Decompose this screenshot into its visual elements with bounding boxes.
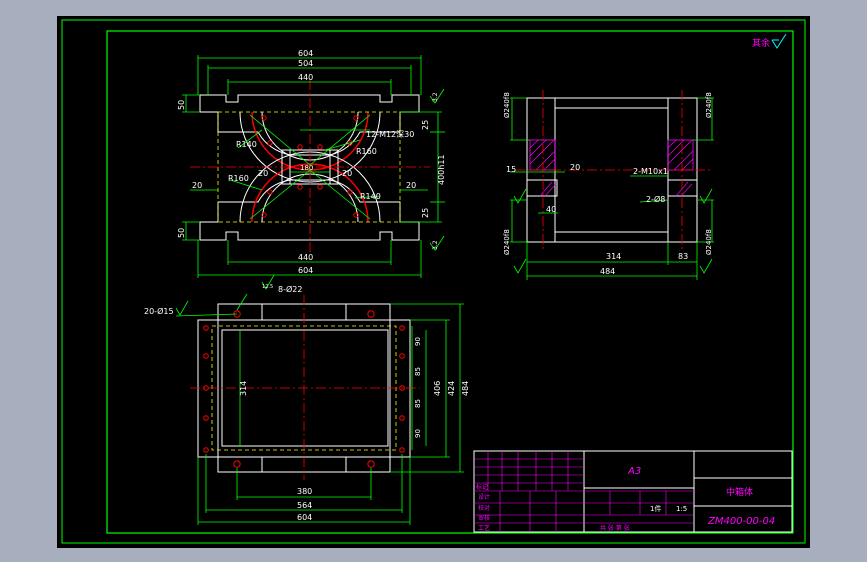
label-r140-bottom: R140 <box>360 192 381 201</box>
row-label-process: 工艺 <box>478 524 490 532</box>
dim-top-484: 484 <box>461 381 470 396</box>
label-r160-top: R160 <box>356 147 377 156</box>
roughness-note: 其余 <box>752 37 770 49</box>
title-sheet: 共 张 第 张 <box>600 524 630 532</box>
label-180: 180 <box>300 164 313 172</box>
dim-top-564: 564 <box>297 501 312 510</box>
title-block-row-labels: 标记 设计 校对 审核 工艺 <box>476 483 490 532</box>
dim-side-dia-bottom-right: Ø240f8 <box>705 229 713 255</box>
title-material: A3 <box>627 466 641 477</box>
dim-side-dia-bottom-left: Ø240f8 <box>503 229 511 255</box>
dim-side-15: 15 <box>506 165 516 174</box>
row-label-check: 校对 <box>478 504 490 512</box>
dim-top-380: 380 <box>297 487 312 496</box>
label-20-lower: 20 <box>342 169 352 178</box>
dim-front-50-bottom: 50 <box>177 228 186 238</box>
dim-front-50-top: 50 <box>177 100 186 110</box>
dim-top-424: 424 <box>447 381 456 396</box>
label-side-threads: 2-M10x1 <box>633 167 668 176</box>
dim-front-604-top: 604 <box>298 49 313 58</box>
label-r140-top: R140 <box>236 140 257 149</box>
dim-side-40: 40 <box>546 205 556 214</box>
label-top-holes-15: 20-Ø15 <box>144 306 174 316</box>
row-label-design: 设计 <box>478 493 490 501</box>
title-scale: 1:5 <box>676 505 687 513</box>
label-r160-bottom: R160 <box>228 174 249 183</box>
label-side-holes: 2-Ø8 <box>646 194 665 204</box>
dim-side-dia-top-left: Ø240f8 <box>503 92 511 118</box>
cad-drawing-canvas: 其余 604 504 440 440 604 50 20 20 50 25 40… <box>57 16 810 548</box>
dim-top-314: 314 <box>239 381 248 396</box>
dim-top-406: 406 <box>433 381 442 396</box>
row-label-mark: 标记 <box>476 483 488 491</box>
dim-front-25-top: 25 <box>421 120 430 130</box>
dim-side-314: 314 <box>606 252 621 261</box>
label-20-upper: 20 <box>258 169 268 178</box>
dim-side-dia-top-right: Ø240f8 <box>705 92 713 118</box>
svg-text:3.2: 3.2 <box>432 92 439 102</box>
dim-side-484: 484 <box>600 267 615 276</box>
dim-top-604: 604 <box>297 513 312 522</box>
dim-front-604-bottom: 604 <box>298 266 313 275</box>
dim-front-20-right: 20 <box>406 181 416 190</box>
row-label-review: 审核 <box>478 514 490 522</box>
dim-side-83: 83 <box>678 252 688 261</box>
svg-text:3.2: 3.2 <box>432 240 439 250</box>
label-top-holes-22: 8-Ø22 <box>278 284 302 294</box>
title-drawing-no: ZM400-00-04 <box>707 516 775 527</box>
dim-front-440-top: 440 <box>298 73 313 82</box>
dim-front-440-bottom: 440 <box>298 253 313 262</box>
dim-side-20: 20 <box>570 163 580 172</box>
dim-top-90-a: 90 <box>414 337 422 346</box>
title-part-name: 中箱体 <box>726 486 753 498</box>
dim-top-90-b: 90 <box>414 429 422 438</box>
dim-top-85-a: 85 <box>414 367 422 376</box>
dim-front-504-top: 504 <box>298 59 313 68</box>
roughness-top-value: 12.5 <box>262 284 273 290</box>
dim-front-20-left: 20 <box>192 181 202 190</box>
title-quantity: 1件 <box>650 504 661 513</box>
dim-top-85-b: 85 <box>414 399 422 408</box>
dim-front-25-bottom: 25 <box>421 208 430 218</box>
dim-front-400h11: 400h11 <box>437 154 446 185</box>
label-threads-front: 12-M12深30 <box>366 130 414 139</box>
